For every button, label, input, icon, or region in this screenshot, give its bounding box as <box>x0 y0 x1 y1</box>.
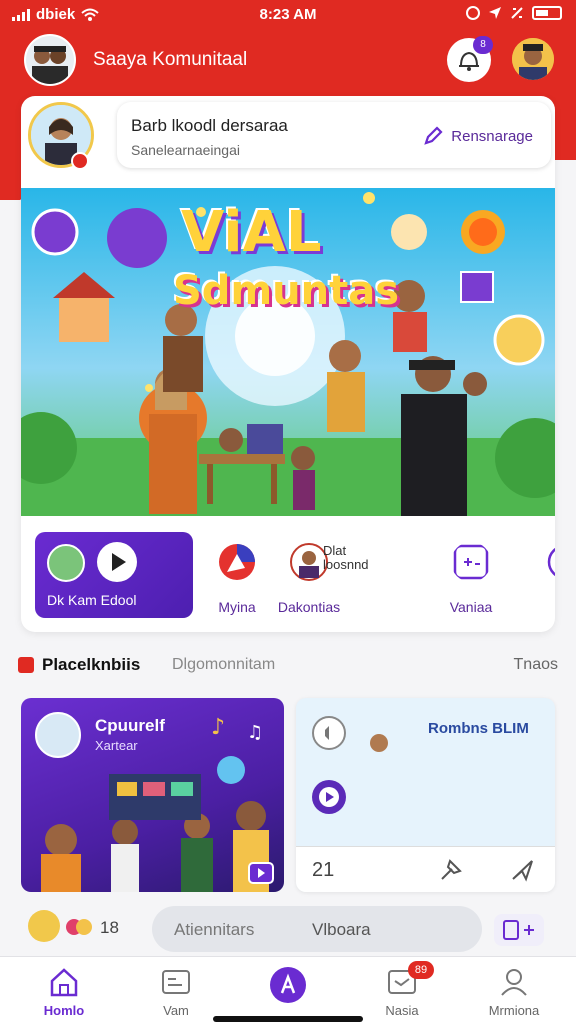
quick-detail-line1: Dlat <box>323 543 347 558</box>
bottom-tab-bar: Homlo Vam 89 Nasia Mrmiona <box>0 956 576 1024</box>
tab-nasia[interactable]: 89 Nasia <box>352 961 452 1018</box>
rotation-lock-icon <box>511 7 523 19</box>
status-right <box>466 6 562 20</box>
tab-vam[interactable]: Vam <box>126 965 226 1018</box>
section-flag-icon <box>18 657 34 673</box>
filter-option-right[interactable]: Vlboara <box>312 920 371 940</box>
live-class-label: Dk Kam Edool <box>47 592 137 608</box>
reaction-icon <box>66 919 92 935</box>
tab-home[interactable]: Homlo <box>14 965 114 1018</box>
card-right-title: Rombns BLIM <box>428 720 529 737</box>
quick-actions: Dk Kam Edool Myina Dakontias Dlat loosnn… <box>21 528 555 624</box>
tab-label: Vam <box>163 1003 189 1018</box>
audio-icon[interactable] <box>312 716 346 750</box>
banner-subtitle: Sdmuntas <box>173 268 399 314</box>
filter-option-left[interactable]: Atiennitars <box>174 920 254 940</box>
composer-action-button[interactable]: Rensnarage <box>423 126 533 146</box>
add-icon <box>503 920 534 940</box>
composer-title: Barb lkoodl dersaraa <box>131 116 288 135</box>
section-title: Placelknbiis <box>42 655 141 674</box>
add-post-button[interactable] <box>494 914 544 946</box>
reaction-count: 18 <box>100 918 119 937</box>
hero-banner[interactable]: ViAL Sdmuntas <box>21 188 555 516</box>
alarm-icon <box>466 6 480 20</box>
video-play-icon[interactable] <box>248 862 274 884</box>
quick-item-vaniaa[interactable]: Vaniaa <box>439 542 503 615</box>
person-icon <box>501 969 527 996</box>
user-status-dot <box>71 152 89 170</box>
tab-label: Mrmiona <box>488 1003 540 1018</box>
post-composer[interactable]: Barb lkoodl dersaraa Sanelearnaeingai Re… <box>117 102 551 168</box>
live-host-avatar <box>47 544 85 582</box>
featured-card-right[interactable]: Rombns BLIM 21 <box>296 698 555 892</box>
card-right-footer: 21 <box>296 846 555 892</box>
tab-badge: 89 <box>408 961 434 979</box>
card-right-avatar <box>370 734 388 752</box>
section-see-all-link[interactable]: Tnaos <box>514 656 558 674</box>
pencil-icon <box>424 126 443 145</box>
notification-badge: 8 <box>473 36 493 54</box>
notification-button[interactable]: 8 <box>447 36 493 82</box>
activity-strip: 18 Atiennitars Vlboara <box>0 906 576 952</box>
section-header: Placelknbiis Dlgomonnitam Tnaos <box>18 654 558 678</box>
svg-text:♫: ♫ <box>247 722 263 743</box>
quick-item-label: Vaniaa <box>449 599 493 615</box>
app-header: Saaya Komunitaal 8 <box>0 34 576 88</box>
home-icon <box>50 968 78 997</box>
tab-label: Homlo <box>43 1003 85 1018</box>
video-icon <box>453 544 489 580</box>
card-left-title: Cpuurelf <box>95 716 165 735</box>
section-subtitle: Dlgomonnitam <box>172 656 276 673</box>
tab-create[interactable] <box>270 967 306 1003</box>
tab-profile[interactable]: Mrmiona <box>464 965 564 1018</box>
composer-action-label: Rensnarage <box>451 127 533 145</box>
main-feed-card: Barb lkoodl dersaraa Sanelearnaeingai Re… <box>21 96 555 632</box>
play-icon <box>97 542 137 582</box>
card-left-subtitle: Xartear <box>95 738 138 753</box>
battery-icon <box>532 6 562 20</box>
quick-detail: Dlat loosnnd <box>323 544 369 572</box>
card-right-count: 21 <box>312 859 335 881</box>
tab-label: Nasia <box>385 1003 419 1018</box>
featured-card-left[interactable]: ♪ ♫ Cpuurelf Xartear <box>21 698 284 892</box>
page-title: Saaya Komunitaal <box>93 49 248 70</box>
create-icon <box>280 973 296 994</box>
card-left-avatar <box>35 712 81 758</box>
profile-avatar[interactable] <box>512 38 554 80</box>
quick-item-label: Dakontias <box>277 599 341 615</box>
filter-pill[interactable]: Atiennitars Vlboara <box>152 906 482 952</box>
composer-placeholder: Sanelearnaeingai <box>131 142 240 158</box>
record-icon[interactable] <box>312 780 346 814</box>
location-icon <box>489 7 501 19</box>
compass-icon <box>219 544 255 580</box>
banner-title: ViAL <box>181 200 322 265</box>
scroll-more-icon[interactable] <box>545 542 555 582</box>
live-class-button[interactable]: Dk Kam Edool <box>35 532 193 618</box>
quick-detail-line2: loosnnd <box>323 557 369 572</box>
status-bar: dbiek 8:23 AM <box>0 0 576 30</box>
community-avatar[interactable] <box>24 34 76 86</box>
share-icon[interactable] <box>510 857 536 883</box>
board-icon <box>162 970 190 994</box>
strip-avatar[interactable] <box>28 910 60 942</box>
microphone-icon[interactable] <box>438 857 464 883</box>
home-indicator <box>213 1016 363 1022</box>
svg-text:♪: ♪ <box>211 715 225 740</box>
